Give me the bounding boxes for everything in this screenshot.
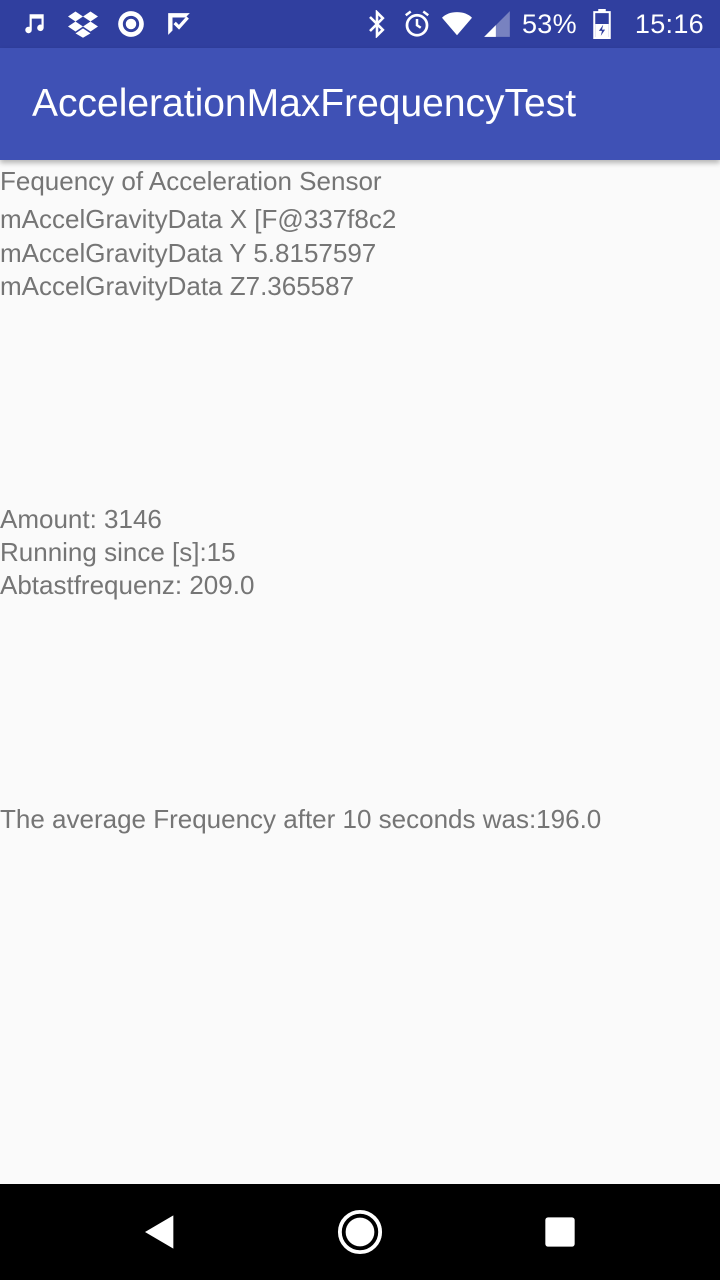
notification-icons [20,8,194,40]
record-circle-icon [116,9,146,39]
bluetooth-icon [362,9,392,39]
navigation-bar [0,1184,720,1280]
wifi-icon [441,9,472,39]
sensor-heading: Fequency of Acceleration Sensor [0,166,382,196]
system-status: 53% 15:16 [362,0,704,48]
alarm-icon [402,9,432,39]
check-badge-icon [164,9,194,39]
gravity-y-text: mAccelGravityData Y 5.8157597 [0,238,377,268]
clock: 15:16 [634,8,704,39]
battery-icon [587,9,617,39]
cell-signal-icon [482,9,512,39]
running-since-text: Running since [s]:15 [0,537,236,567]
recents-button[interactable] [512,1184,608,1280]
home-icon [337,1209,383,1255]
back-icon [145,1215,174,1249]
music-note-icon [20,9,50,39]
app-bar: AccelerationMaxFrequencyTest [0,48,720,160]
gravity-x-text: mAccelGravityData X [F@337f8c2 [0,204,397,234]
dropbox-icon [68,9,98,39]
back-button[interactable] [112,1184,208,1280]
recents-icon [545,1217,575,1247]
main-content: Fequency of Acceleration Sensor mAccelGr… [0,160,720,1184]
sampling-frequency-text: Abtastfrequenz: 209.0 [0,570,255,600]
battery-percent: 53% [521,8,577,39]
status-bar: 53% 15:16 [0,0,720,48]
amount-text: Amount: 3146 [0,504,162,534]
gravity-z-text: mAccelGravityData Z7.365587 [0,271,355,301]
average-frequency-text: The average Frequency after 10 seconds w… [0,804,602,834]
app-title: AccelerationMaxFrequencyTest [32,82,577,125]
home-button[interactable] [312,1184,408,1280]
